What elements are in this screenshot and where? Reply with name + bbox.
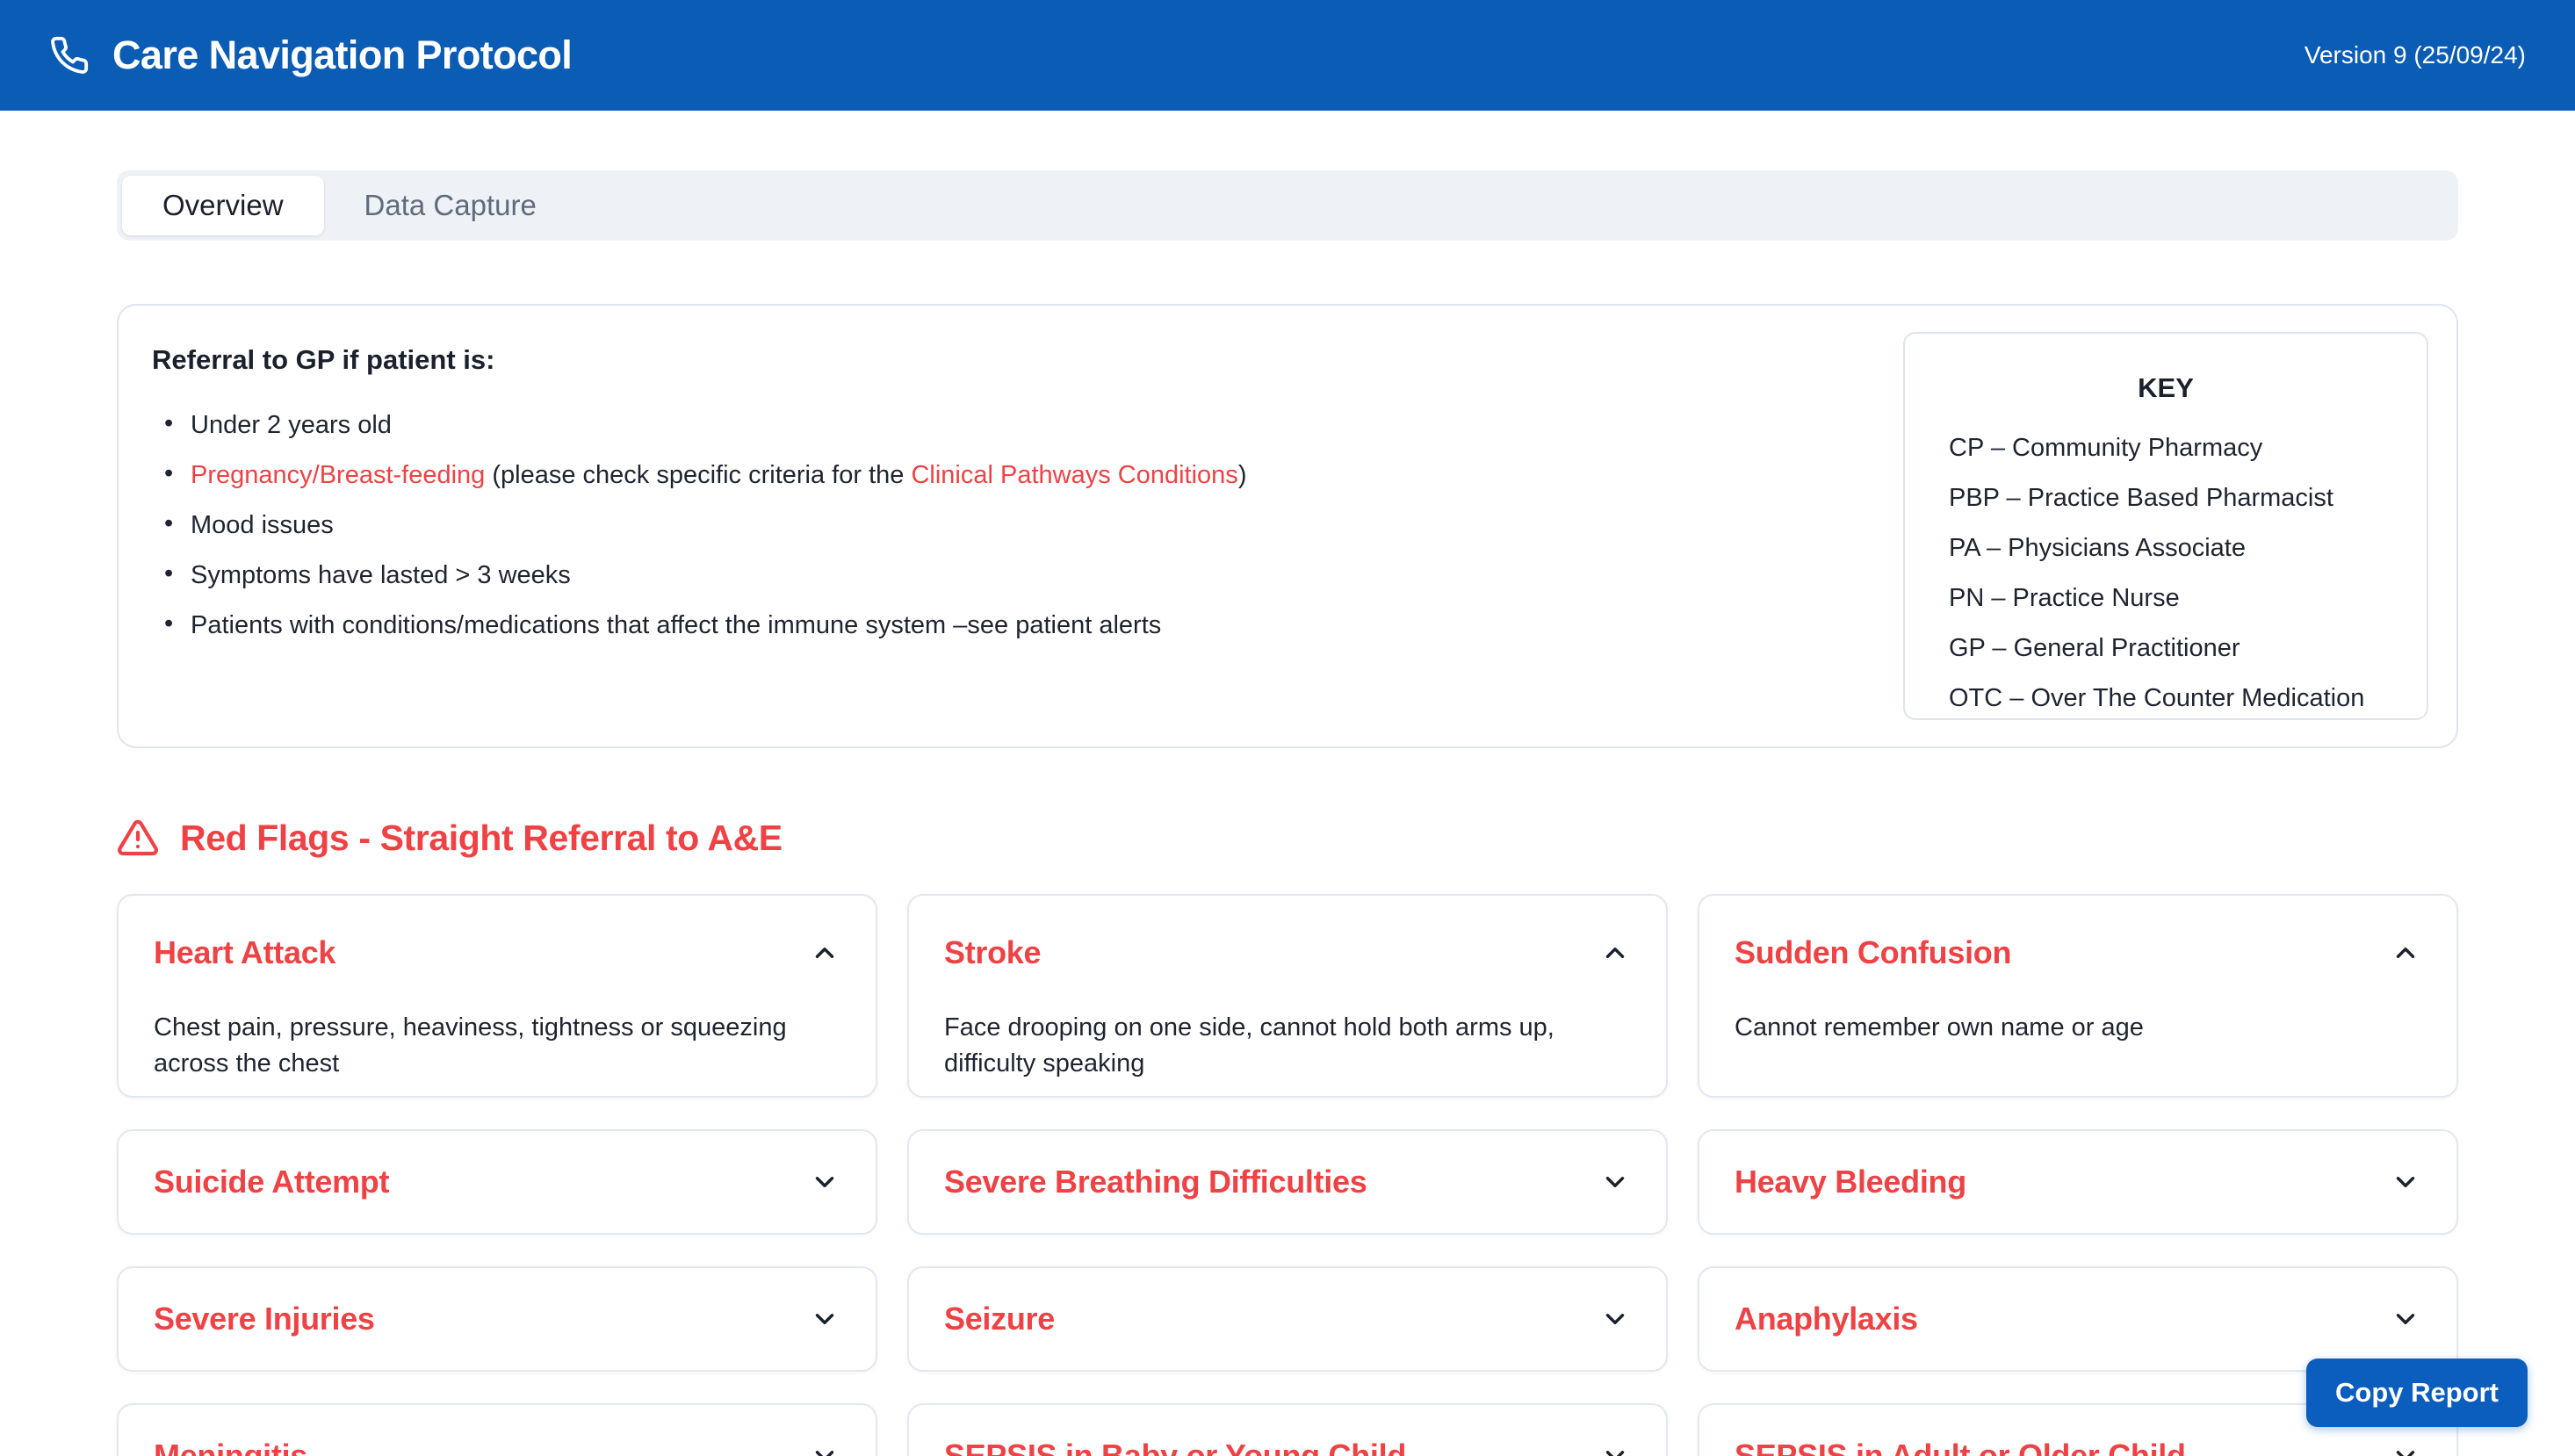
referral-item: Patients with conditions/medications tha… xyxy=(152,609,1689,642)
chevron-down-icon[interactable] xyxy=(809,1166,840,1198)
page-title: Care Navigation Protocol xyxy=(112,32,572,78)
card-title: Suicide Attempt xyxy=(154,1164,389,1200)
card-body: Face drooping on one side, cannot hold b… xyxy=(944,1010,1631,1082)
card-title: Stroke xyxy=(944,934,1041,971)
referral-item-text: Symptoms have lasted > 3 weeks xyxy=(191,561,571,589)
card-sudden-confusion[interactable]: Sudden Confusion Cannot remember own nam… xyxy=(1698,894,2458,1098)
chevron-down-icon[interactable] xyxy=(809,1440,840,1456)
card-title: SEPSIS in Adult or Older Child xyxy=(1735,1438,2186,1456)
card-severe-injuries[interactable]: Severe Injuries xyxy=(117,1266,877,1372)
card-title: Anaphylaxis xyxy=(1735,1301,1918,1337)
card-severe-breathing-difficulties[interactable]: Severe Breathing Difficulties xyxy=(907,1129,1668,1235)
tab-bar: Overview Data Capture xyxy=(117,170,2458,241)
card-meningitis[interactable]: Meningitis xyxy=(117,1403,877,1456)
chevron-up-icon[interactable] xyxy=(1599,937,1631,969)
version-label: Version 9 (25/09/24) xyxy=(2305,41,2526,69)
tab-overview[interactable]: Overview xyxy=(122,176,324,235)
referral-list: Under 2 years old Pregnancy/Breast-feedi… xyxy=(152,409,1689,642)
chevron-down-icon[interactable] xyxy=(809,1303,840,1335)
card-anaphylaxis[interactable]: Anaphylaxis xyxy=(1698,1266,2458,1372)
referral-item-text: Patients with conditions/medications tha… xyxy=(191,611,1161,639)
card-seizure[interactable]: Seizure xyxy=(907,1266,1668,1372)
card-title: Sudden Confusion xyxy=(1735,934,2011,971)
key-entry: PA – Physicians Associate xyxy=(1949,534,2427,563)
copy-report-button[interactable]: Copy Report xyxy=(2306,1359,2528,1427)
red-flags-heading-text: Red Flags - Straight Referral to A&E xyxy=(180,818,783,859)
card-title: SEPSIS in Baby or Young Child xyxy=(944,1438,1406,1456)
chevron-up-icon[interactable] xyxy=(809,937,840,969)
referral-item: Pregnancy/Breast-feeding (please check s… xyxy=(152,459,1689,492)
referral-item: Mood issues xyxy=(152,509,1689,542)
chevron-down-icon[interactable] xyxy=(2390,1440,2421,1456)
clinical-pathways-link[interactable]: Clinical Pathways Conditions xyxy=(911,461,1237,489)
card-stroke[interactable]: Stroke Face drooping on one side, cannot… xyxy=(907,894,1668,1098)
key-entry: GP – General Practitioner xyxy=(1949,634,2427,663)
chevron-down-icon[interactable] xyxy=(2390,1166,2421,1198)
referral-item-text: Mood issues xyxy=(191,511,334,539)
key-entry: OTC – Over The Counter Medication xyxy=(1949,684,2427,713)
card-title: Severe Injuries xyxy=(154,1301,375,1337)
chevron-down-icon[interactable] xyxy=(1599,1303,1631,1335)
referral-item-text: (please check specific criteria for the xyxy=(485,461,911,489)
referral-item: Symptoms have lasted > 3 weeks xyxy=(152,559,1689,592)
app-header: Care Navigation Protocol Version 9 (25/0… xyxy=(0,0,2575,111)
chevron-up-icon[interactable] xyxy=(2390,937,2421,969)
key-entry: CP – Community Pharmacy xyxy=(1949,434,2427,463)
card-body: Cannot remember own name or age xyxy=(1735,1010,2421,1046)
card-body: Chest pain, pressure, heaviness, tightne… xyxy=(154,1010,840,1082)
card-title: Severe Breathing Difficulties xyxy=(944,1164,1367,1200)
main-content: Overview Data Capture Referral to GP if … xyxy=(0,170,2575,1456)
card-heart-attack[interactable]: Heart Attack Chest pain, pressure, heavi… xyxy=(117,894,877,1098)
referral-item: Under 2 years old xyxy=(152,409,1689,442)
key-title: KEY xyxy=(1949,372,2383,404)
card-title: Heart Attack xyxy=(154,934,335,971)
referral-item-text: ) xyxy=(1238,461,1247,489)
key-entry: PN – Practice Nurse xyxy=(1949,584,2427,613)
tab-data-capture[interactable]: Data Capture xyxy=(324,176,577,235)
key-entry: PBP – Practice Based Pharmacist xyxy=(1949,484,2427,513)
card-heavy-bleeding[interactable]: Heavy Bleeding xyxy=(1698,1129,2458,1235)
chevron-down-icon[interactable] xyxy=(1599,1166,1631,1198)
cards-grid: Heart Attack Chest pain, pressure, heavi… xyxy=(117,894,2458,1456)
key-box: KEY CP – Community Pharmacy PBP – Practi… xyxy=(1903,332,2428,720)
referral-panel: Referral to GP if patient is: Under 2 ye… xyxy=(117,304,2458,748)
chevron-down-icon[interactable] xyxy=(1599,1440,1631,1456)
card-title: Seizure xyxy=(944,1301,1055,1337)
card-title: Heavy Bleeding xyxy=(1735,1164,1966,1200)
red-flags-heading: Red Flags - Straight Referral to A&E xyxy=(117,817,2458,859)
card-suicide-attempt[interactable]: Suicide Attempt xyxy=(117,1129,877,1235)
pregnancy-link[interactable]: Pregnancy/Breast-feeding xyxy=(191,461,485,489)
chevron-down-icon[interactable] xyxy=(2390,1303,2421,1335)
phone-icon xyxy=(49,35,90,76)
card-sepsis-baby-young-child[interactable]: SEPSIS in Baby or Young Child xyxy=(907,1403,1668,1456)
referral-item-text: Under 2 years old xyxy=(191,411,392,439)
alert-triangle-icon xyxy=(117,817,159,859)
card-title: Meningitis xyxy=(154,1438,307,1456)
